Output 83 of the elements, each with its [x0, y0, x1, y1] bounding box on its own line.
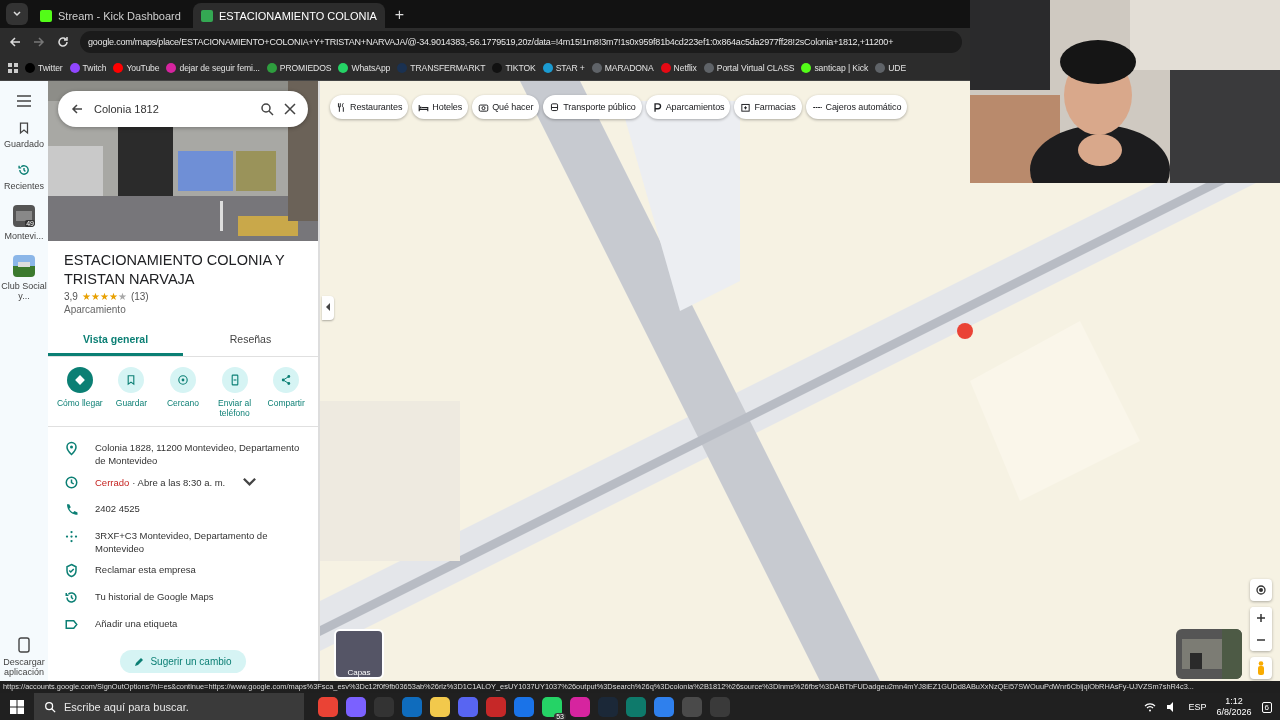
target-icon [176, 373, 190, 387]
wifi-icon[interactable] [1144, 701, 1157, 713]
place-category[interactable]: Aparcamiento [48, 304, 318, 315]
reload-icon[interactable] [56, 35, 70, 49]
phone-icon [64, 502, 79, 517]
bookmark-icon[interactable] [17, 121, 31, 135]
action-button[interactable]: Enviar al teléfono [208, 367, 261, 418]
search-box[interactable]: Colonia 1812 [58, 91, 308, 127]
action-button[interactable]: Guardar [105, 367, 158, 418]
search-field[interactable]: Colonia 1812 [94, 101, 250, 117]
new-tab-button[interactable]: + [388, 6, 411, 24]
bookmark-link[interactable]: MARADONA [591, 63, 654, 73]
search-icon[interactable] [260, 102, 274, 116]
suggest-edit-button[interactable]: Sugerir un cambio [120, 650, 246, 673]
pencil-icon [134, 656, 145, 667]
bookmark-link[interactable]: TRANSFERMARKT [397, 63, 486, 73]
info-text[interactable]: Reclamar esta empresa [95, 563, 196, 576]
bookmark-link[interactable]: dejar de seguir femi... [166, 63, 260, 73]
open-status: Cerrado [95, 476, 130, 489]
address-bar[interactable]: google.com/maps/place/ESTACIONAMIENTO+COLONIA+Y+TRISTAN+NARVAJA/@-34.9014383,-56.1779519,20z/data=!4m15!1m8!3m7!1s0x959f81b4cd223ef1:0x864ac5da2977ff28!2sColonia+1812,+11200+ [80, 31, 962, 53]
star-icon: ★ [99, 291, 109, 302]
clock[interactable]: 1:12 6/8/2026 [1216, 696, 1252, 718]
apps-grid-icon[interactable] [8, 63, 18, 73]
tab-list-button[interactable] [6, 3, 28, 25]
info-text[interactable]: Colonia 1828, 11200 Montevideo, Departamento de Montevideo [95, 441, 302, 467]
action-button[interactable]: Compartir [260, 367, 312, 418]
bookmark-link[interactable]: Netflix [660, 63, 697, 73]
browser-tab[interactable]: ESTACIONAMIENTO COLONIA [192, 3, 385, 28]
windows-start-icon[interactable] [10, 700, 24, 714]
star-icon: ★ [81, 291, 91, 302]
place-thumbnail[interactable] [13, 255, 35, 277]
bookmark-link[interactable]: Twitter [25, 63, 63, 73]
star-icon: ★ [90, 291, 100, 302]
info-text[interactable]: 3RXF+C3 Montevideo, Departamento de Montevideo [95, 529, 302, 555]
info-text[interactable]: 2402 4525 [95, 502, 140, 515]
back-icon[interactable] [8, 35, 22, 49]
panel-tab[interactable]: Reseñas [183, 325, 318, 356]
taskbar-search-box[interactable]: Escribe aquí para buscar. [34, 693, 304, 720]
star-icon: ★ [108, 291, 118, 302]
taskbar-app-icon[interactable] [430, 697, 450, 717]
taskbar-app-icon[interactable] [654, 697, 674, 717]
history-icon [64, 590, 79, 605]
label-icon [64, 617, 79, 632]
notification-badge[interactable]: 6 [1261, 701, 1272, 713]
place-title: ESTACIONAMIENTO COLONIA Y TRISTAN NARVAJA [63, 251, 286, 289]
action-button[interactable]: Cercano [157, 367, 209, 418]
review-count[interactable]: (13) [130, 291, 149, 302]
bookmark-link[interactable]: Portal Virtual CLASS [703, 63, 795, 73]
bookmark-link[interactable]: PROMIEDOS [266, 63, 332, 73]
panel-tab[interactable]: Vista general [48, 325, 183, 356]
rail-label[interactable]: Guardado [1, 139, 47, 149]
info-text[interactable]: Tu historial de Google Maps [95, 590, 214, 603]
menu-icon[interactable] [17, 95, 31, 107]
history-icon[interactable] [17, 163, 31, 177]
taskbar-search-field[interactable]: Escribe aquí para buscar. [64, 699, 304, 715]
bookmark-link[interactable]: STAR + [542, 63, 585, 73]
search-icon [44, 701, 56, 713]
close-icon[interactable] [284, 103, 296, 115]
forward-icon[interactable] [32, 35, 46, 49]
rail-label[interactable]: Montevi... [1, 231, 47, 241]
browser-tab[interactable]: Stream - Kick Dashboard [32, 3, 189, 28]
chevron-down-icon [12, 9, 22, 19]
rail-label[interactable]: Descargar aplicación [1, 657, 47, 677]
rating-value: 3,9 [64, 291, 78, 302]
star-icon: ★ [117, 291, 127, 302]
language-indicator[interactable]: ESP [1188, 702, 1207, 712]
rail-label[interactable]: Club Social y... [1, 281, 47, 301]
bookmark-link[interactable]: TIKTOK [492, 63, 536, 73]
back-icon[interactable] [70, 102, 84, 116]
rail-label[interactable]: Recientes [1, 181, 47, 191]
shield-check-icon [64, 563, 79, 578]
location-pin-icon [64, 441, 79, 456]
action-button[interactable]: Cómo llegar [54, 367, 106, 418]
bookmark-link[interactable]: santicap | Kick [801, 63, 869, 73]
bookmark-link[interactable]: WhatsApp [338, 63, 391, 73]
bookmark-link[interactable]: Twitch [69, 63, 107, 73]
clock-icon [64, 475, 79, 490]
phone-icon[interactable] [18, 637, 30, 653]
dots-icon [64, 529, 79, 544]
info-text[interactable]: Añadir una etiqueta [95, 617, 178, 630]
bookmark-link[interactable]: YouTube [113, 63, 160, 73]
info-text[interactable]: · Abre a las 8:30 a. m. [132, 476, 226, 489]
bookmark-link[interactable]: UDE [875, 63, 907, 73]
